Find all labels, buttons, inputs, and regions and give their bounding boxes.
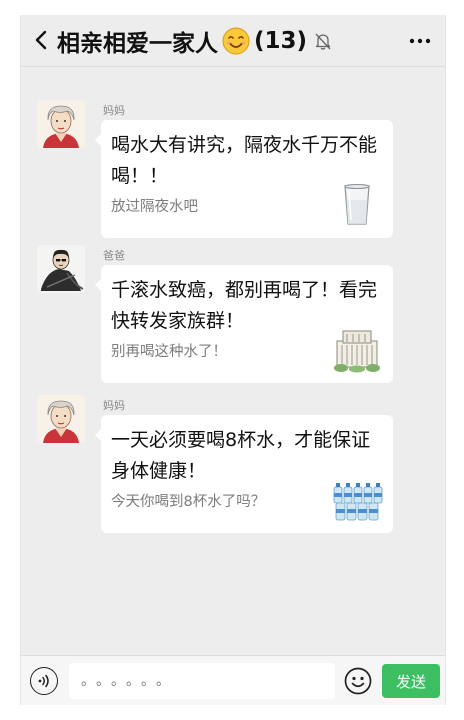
message-input[interactable]	[69, 663, 335, 699]
sender-name: 爸爸	[103, 249, 125, 262]
voice-button[interactable]	[30, 667, 58, 695]
chat-title-group[interactable]: 相亲相爱一家人 (13)	[57, 24, 334, 58]
bell-off-icon	[315, 33, 331, 50]
message-bubble[interactable]: 一天必须要喝8杯水，才能保证身体健康！ 今天你喝到8杯水了吗？	[95, 415, 393, 533]
member-count: (13)	[254, 28, 308, 54]
sender-name: 妈妈	[103, 399, 125, 412]
sender-name: 妈妈	[103, 104, 125, 117]
avatar-mom[interactable]	[37, 395, 85, 443]
chat-screen: 相亲相爱一家人 (13) 妈妈 喝水大有讲究，隔夜水千万不能喝！！ 放过隔夜水吧…	[20, 15, 446, 705]
avatar-dad[interactable]	[37, 245, 85, 293]
building-icon	[331, 327, 383, 373]
send-button[interactable]: 发送	[382, 664, 440, 698]
emoji-icon[interactable]	[343, 666, 373, 696]
dad-avatar-icon	[37, 245, 85, 293]
voice-icon	[38, 674, 49, 688]
more-dots-icon	[409, 38, 431, 44]
more-button[interactable]	[407, 29, 433, 53]
mom-avatar-icon	[37, 100, 85, 148]
message-bubble[interactable]: 喝水大有讲究，隔夜水千万不能喝！！ 放过隔夜水吧	[95, 120, 393, 238]
water-bottles-icon	[331, 477, 383, 523]
chevron-left-icon	[35, 30, 47, 50]
input-bar: 发送	[21, 655, 445, 705]
avatar-mom[interactable]	[37, 100, 85, 148]
back-button[interactable]	[29, 25, 53, 55]
chat-title: 相亲相爱一家人	[57, 31, 218, 57]
mom-avatar-icon	[37, 395, 85, 443]
message-bubble[interactable]: 千滚水致癌，都别再喝了！看完快转发家族群！ 别再喝这种水了！	[95, 265, 393, 383]
chat-header: 相亲相爱一家人 (13)	[21, 15, 445, 67]
smiling-face-icon	[222, 27, 250, 55]
water-glass-icon	[331, 182, 383, 228]
